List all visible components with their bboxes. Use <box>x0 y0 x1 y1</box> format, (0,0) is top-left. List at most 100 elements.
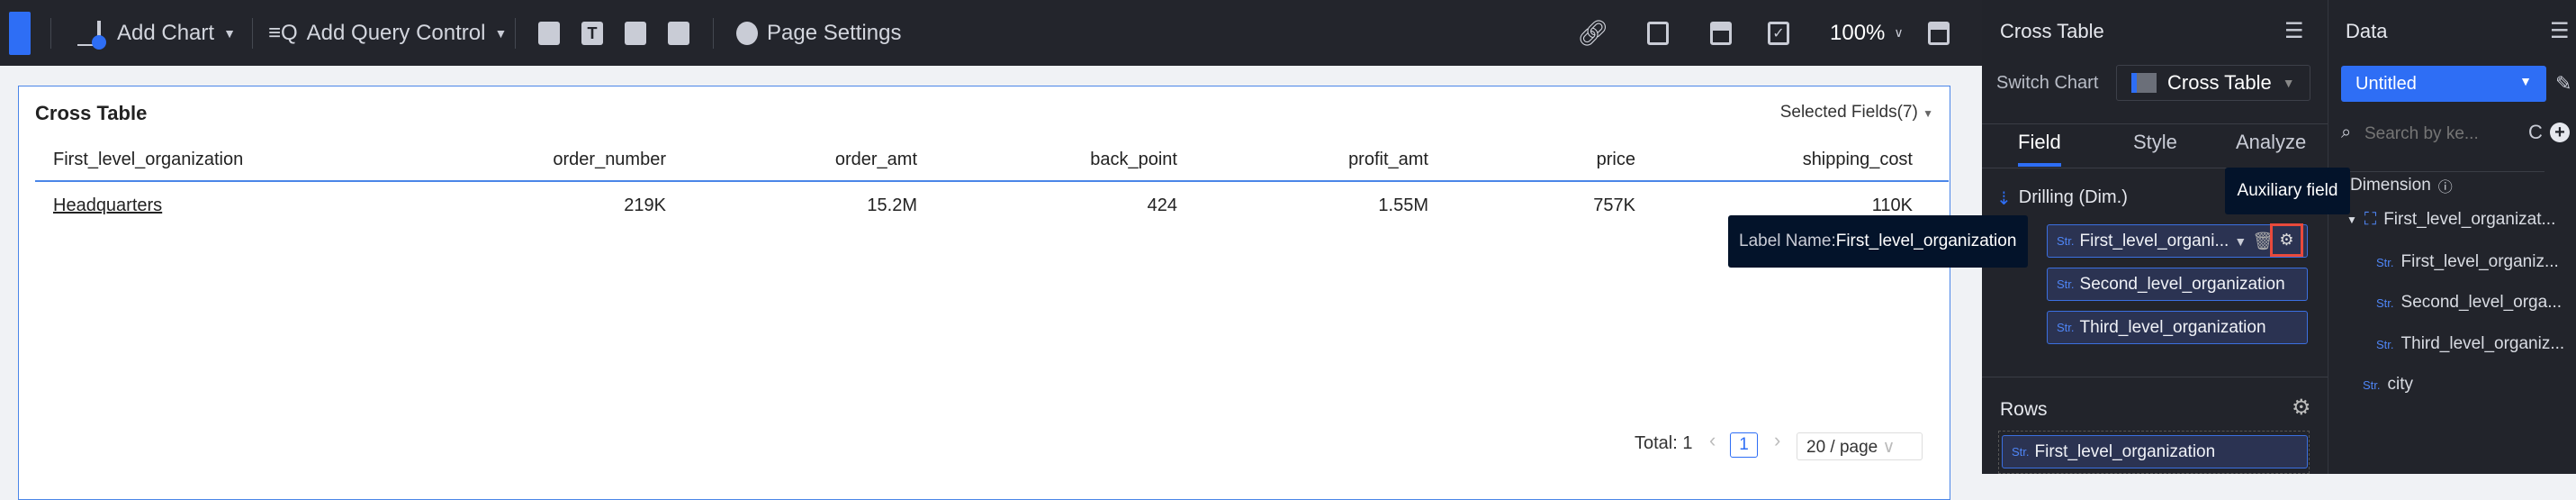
caret-down-icon: ▼ <box>223 25 236 41</box>
link-button[interactable]: 🔗︎ <box>1577 0 1609 66</box>
label-name-tooltip: Label Name: First_level_organization <box>1728 215 2028 268</box>
collapse-panel-icon[interactable]: ☰ <box>2550 18 2570 44</box>
search-icon: ⌕ <box>2341 123 2352 142</box>
text-component-button[interactable]: T <box>581 0 603 66</box>
tab-analyze[interactable]: Analyze <box>2236 131 2306 154</box>
calculator-icon <box>1928 21 1950 45</box>
query-icon: ≡Q <box>268 20 298 45</box>
header-divider <box>35 180 1949 182</box>
gear-icon[interactable]: ⚙ <box>2292 395 2311 421</box>
dataset-select[interactable]: Untitled ▼ <box>2341 66 2546 102</box>
chevron-down-icon: ∨ <box>1894 25 1904 40</box>
caret-down-icon: ▼ <box>2519 74 2532 88</box>
divider <box>50 18 51 49</box>
add-icon[interactable]: + <box>2550 123 2570 142</box>
cell: 1.55M <box>1378 195 1428 215</box>
drill-field[interactable]: Str. Third_level_organization <box>2047 311 2308 344</box>
divider <box>2341 171 2544 172</box>
panel-title: Cross Table <box>2000 20 2104 42</box>
link-icon <box>668 21 689 45</box>
row-link[interactable]: Headquarters <box>53 195 162 216</box>
image-component-button[interactable] <box>625 0 646 66</box>
palette-icon <box>736 21 758 45</box>
tree-item[interactable]: Str. First_level_organiz... <box>2376 252 2559 272</box>
switch-chart-label: Switch Chart <box>1996 73 2099 93</box>
tab-field[interactable]: Field <box>2018 131 2061 154</box>
data-panel-title: Data <box>2346 20 2388 42</box>
cell: 424 <box>1147 195 1177 215</box>
tree-group[interactable]: ▼ ⛶ First_level_organizat... <box>2346 210 2555 230</box>
next-page-button[interactable]: › <box>1774 429 1780 452</box>
add-chart-button[interactable]: Add Chart ▼ <box>77 0 236 66</box>
image-icon <box>625 21 646 45</box>
search-input[interactable] <box>2364 121 2517 148</box>
page-1-button[interactable]: 1 <box>1730 432 1758 458</box>
column-header: profit_amt <box>1348 150 1428 169</box>
add-chart-icon <box>77 20 106 50</box>
drill-icon: ⇣ <box>1996 189 2012 209</box>
tree-item[interactable]: Str. Second_level_orga... <box>2376 293 2562 313</box>
dimension-label: Dimension ⓘ <box>2350 176 2453 195</box>
logo-icon[interactable] <box>9 0 31 66</box>
active-tab-indicator <box>2018 163 2061 167</box>
brush-icon <box>1710 21 1732 45</box>
edit-icon[interactable]: ✎ <box>2555 72 2571 95</box>
column-header: order_amt <box>834 150 917 169</box>
tree-item[interactable]: Str. city <box>2363 375 2413 395</box>
chart-title: Cross Table <box>35 102 148 124</box>
chevron-down-icon: ∨ <box>1882 438 1896 457</box>
divider <box>1982 123 2328 124</box>
document-icon <box>1647 21 1669 45</box>
check-button[interactable]: ✓ <box>1768 0 1789 66</box>
caret-down-icon: ▼ <box>1923 107 1933 120</box>
check-icon: ✓ <box>1768 21 1789 45</box>
add-query-control-button[interactable]: ≡Q Add Query Control ▼ <box>268 0 507 66</box>
selected-fields-dropdown[interactable]: Selected Fields(7) ▼ <box>1780 103 1933 123</box>
caret-down-icon: ▼ <box>2282 76 2295 90</box>
tree-item[interactable]: Str. Third_level_organiz... <box>2376 334 2564 354</box>
cross-table-icon <box>2131 73 2157 93</box>
document-button[interactable] <box>1647 0 1669 66</box>
cell: 757K <box>1593 195 1635 215</box>
rows-field[interactable]: Str. First_level_organization <box>2002 435 2308 468</box>
drilling-section-label: ⇣ Drilling (Dim.) <box>1996 187 2128 209</box>
collapse-panel-icon[interactable]: ☰ <box>2284 18 2304 44</box>
zoom-select[interactable]: 100% ∨ <box>1830 0 1904 66</box>
chart-config-panel: Cross Table ☰ Switch Chart Cross Table ▼ … <box>1982 0 2328 474</box>
hierarchy-icon: ⛶ <box>2364 210 2377 229</box>
auxiliary-field-tooltip: Auxiliary field <box>2225 168 2350 214</box>
refresh-icon[interactable]: C <box>2528 121 2543 144</box>
drill-field[interactable]: Str. First_level_organi... ▼ 🗑︎ <box>2047 224 2308 258</box>
total-count: Total: 1 <box>1635 433 1693 453</box>
page-size-select[interactable]: 20 / page ∨ <box>1797 432 1923 460</box>
prev-page-button[interactable]: ‹ <box>1709 429 1716 452</box>
data-panel: Data ☰ Untitled▼ ✎ ⌕ C + Dimensionⓘ ▼⛶Fi… <box>2328 0 2576 474</box>
text-icon: T <box>581 21 603 45</box>
toolbar: Add Chart ▼ ≡Q Add Query Control ▼ T Page S… <box>0 0 1982 66</box>
drill-field[interactable]: Str. Second_level_organization <box>2047 268 2308 301</box>
column-header: order_number <box>553 150 666 169</box>
cell: 219K <box>624 195 666 215</box>
caret-down-icon[interactable]: ▼ <box>2346 214 2357 226</box>
tab-component-button[interactable] <box>538 0 560 66</box>
chart-type-select[interactable]: Cross Table ▼ <box>2116 65 2310 101</box>
caret-down-icon: ▼ <box>494 25 508 41</box>
column-header: back_point <box>1090 150 1177 169</box>
divider <box>515 18 516 49</box>
brush-button[interactable] <box>1710 0 1732 66</box>
cell: 15.2M <box>867 195 917 215</box>
link-component-button[interactable] <box>668 0 689 66</box>
cell: 110K <box>1871 195 1913 215</box>
caret-down-icon[interactable]: ▼ <box>2234 234 2247 249</box>
column-header: shipping_cost <box>1802 150 1913 169</box>
divider <box>713 18 714 49</box>
calculator-button[interactable] <box>1928 0 1950 66</box>
rows-section-label: Rows <box>2000 399 2048 420</box>
cross-table-card: Cross Table Selected Fields(7) ▼ First_l… <box>18 86 1950 500</box>
auxiliary-field-button[interactable]: ⚙ <box>2270 223 2303 257</box>
page-settings-button[interactable]: Page Settings <box>736 0 901 66</box>
tab-icon <box>538 21 560 45</box>
tab-style[interactable]: Style <box>2133 131 2177 154</box>
link-icon: 🔗︎ <box>1577 19 1609 47</box>
column-header: price <box>1596 150 1635 169</box>
